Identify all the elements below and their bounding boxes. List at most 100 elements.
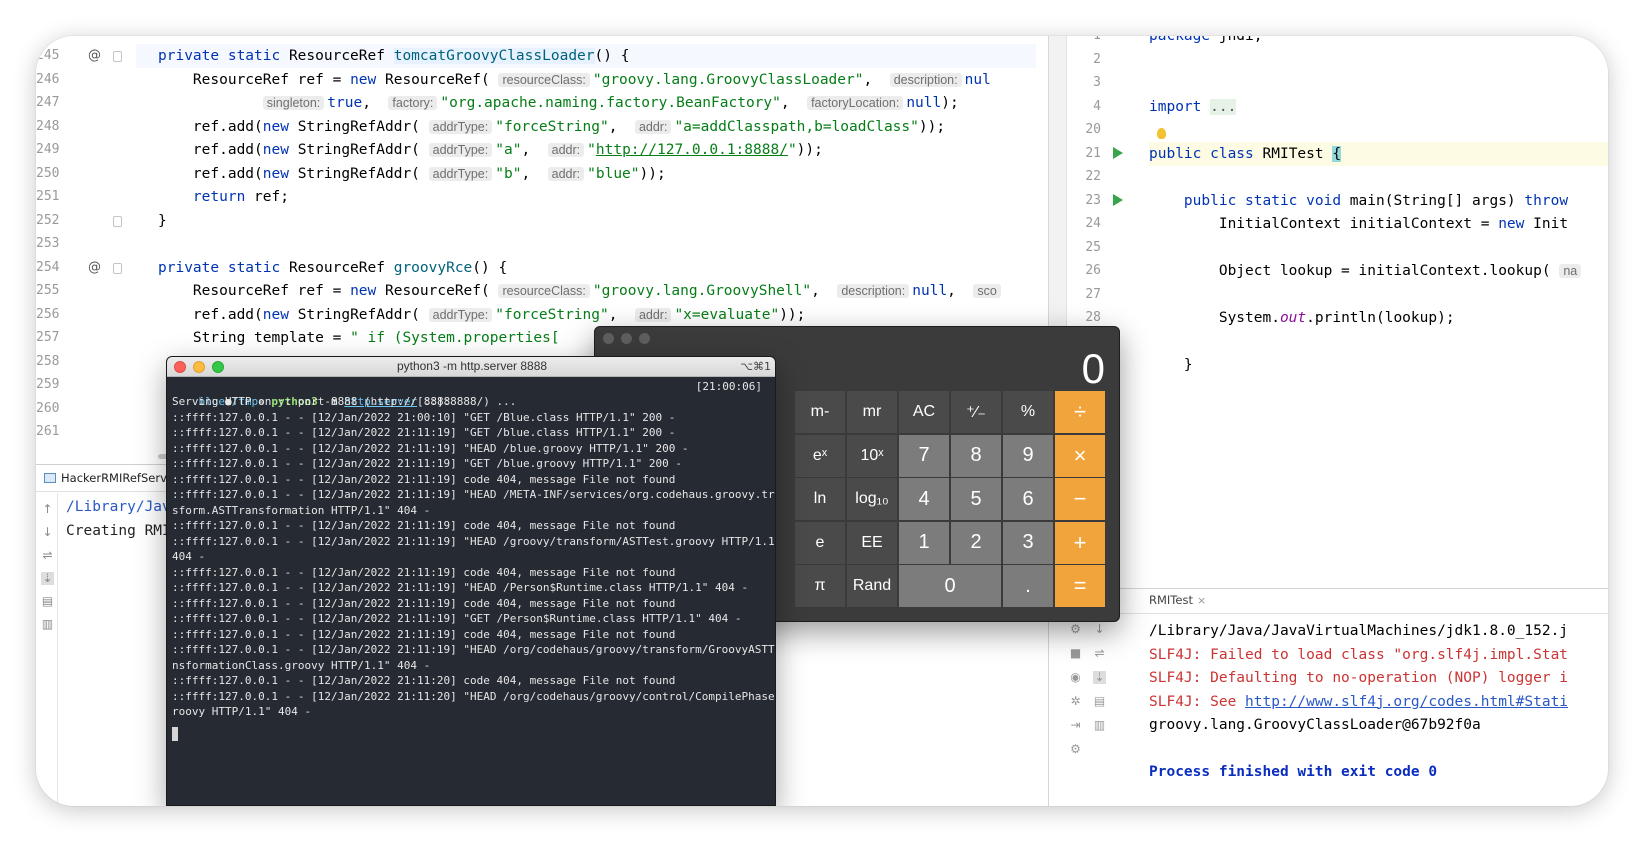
calc-key[interactable]: 1 <box>899 521 950 565</box>
right-run-toolbar: ⚙ ↓ ■ ⇌ ◉ ⇣ ✲ ▤ ⇥ ▥ ⚙ <box>1069 615 1119 806</box>
calculator-titlebar[interactable] <box>595 327 1119 349</box>
line-number: 259 <box>36 377 60 392</box>
calc-key[interactable]: 8 <box>951 434 1002 478</box>
calc-key[interactable]: e <box>795 521 846 565</box>
code-token: addr: <box>634 119 672 134</box>
calc-key[interactable]: . <box>1003 565 1054 608</box>
code-token: StringRefAddr( <box>297 142 429 158</box>
trash-icon[interactable]: ▥ <box>41 618 54 631</box>
calc-key[interactable]: 6 <box>1003 478 1054 521</box>
fold-icon[interactable] <box>113 215 122 227</box>
code-token: StringRefAddr( <box>297 306 429 323</box>
calc-key[interactable]: 9 <box>1003 434 1054 478</box>
run-tab-rmitest[interactable]: RMITest × <box>1149 589 1206 611</box>
calc-key[interactable]: AC <box>899 391 950 434</box>
calc-key[interactable]: 10ˣ <box>847 434 898 478</box>
code-token: addrType: <box>428 307 493 322</box>
line-number: 247 <box>36 95 60 110</box>
code-token: new <box>262 118 298 135</box>
trash-icon[interactable]: ▥ <box>1093 719 1106 732</box>
close-button[interactable] <box>603 333 614 344</box>
code-token: addr: <box>547 166 585 181</box>
console-link[interactable]: http://www.slf4j.org/codes.html#Stati <box>1245 694 1568 710</box>
override-marker[interactable]: @ <box>88 260 101 275</box>
arrow-up-icon[interactable]: ↑ <box>41 503 54 516</box>
terminal-line: ::ffff:127.0.0.1 - - [12/Jan/2022 21:11:… <box>172 565 676 579</box>
calc-key[interactable]: m- <box>795 391 846 434</box>
calc-key[interactable]: ⁺∕₋ <box>951 391 1002 434</box>
calc-key[interactable]: 4 <box>899 478 950 521</box>
terminal-cursor <box>172 727 178 741</box>
code-token: return <box>192 189 255 205</box>
calc-key[interactable]: = <box>1055 565 1106 608</box>
print-icon[interactable]: ▤ <box>41 595 54 608</box>
code-token: )); <box>796 142 823 158</box>
code-token: addr: <box>547 143 585 157</box>
soft-wrap-icon[interactable]: ⇌ <box>41 549 54 562</box>
calc-key[interactable]: Rand <box>847 565 898 608</box>
soft-wrap-icon[interactable]: ⇌ <box>1093 647 1106 660</box>
print-icon[interactable]: ▤ <box>1093 695 1106 708</box>
calc-key[interactable]: 2 <box>951 521 1002 565</box>
code-token: "blue" <box>587 165 640 182</box>
calc-key[interactable]: log₁₀ <box>847 478 898 521</box>
console-text: /Library/Java/JavaVirtualMachines/jdk1.8… <box>1149 623 1569 639</box>
calc-key[interactable]: 7 <box>899 434 950 478</box>
calc-key[interactable]: EE <box>847 521 898 565</box>
arrow-down-icon[interactable]: ↓ <box>1093 623 1106 636</box>
settings-icon[interactable]: ⚙ <box>1069 743 1082 756</box>
line-number: 250 <box>36 165 60 181</box>
arrow-down-icon[interactable]: ↓ <box>41 526 54 539</box>
scroll-to-end-icon[interactable]: ⇣ <box>41 572 54 585</box>
code-line: String template = " if (System.propertie… <box>158 326 560 350</box>
calc-key[interactable]: mr <box>847 391 898 434</box>
calc-key[interactable]: 5 <box>951 478 1002 521</box>
code-token: new <box>1498 216 1534 232</box>
exit-icon[interactable]: ⇥ <box>1069 719 1082 732</box>
terminal-output[interactable]: blue●/tmp» python3 -m http.server 8888 [… <box>172 379 775 803</box>
run-class-icon[interactable] <box>1113 147 1123 159</box>
scroll-to-end-icon[interactable]: ⇣ <box>1093 671 1106 684</box>
calc-key[interactable]: 3 <box>1003 521 1054 565</box>
code-token: , <box>608 306 635 323</box>
debug-icon[interactable]: ✲ <box>1069 695 1082 708</box>
lightbulb-icon[interactable] <box>1157 128 1166 139</box>
zoom-button[interactable] <box>639 333 650 344</box>
console-line-path: /Library/Jav <box>66 499 171 515</box>
run-tab-hacker-rmi-ref-server[interactable]: HackerRMIRefServer <box>44 465 179 491</box>
run-main-icon[interactable] <box>1113 194 1123 206</box>
console-text: groovy.lang.GroovyClassLoader@67b92f0a <box>1149 717 1481 733</box>
line-number: 23 <box>1085 192 1101 208</box>
calc-key[interactable]: ÷ <box>1055 391 1106 434</box>
terminal-line: ::ffff:127.0.0.1 - - [12/Jan/2022 21:11:… <box>172 612 742 625</box>
wrench-icon[interactable]: ⚙ <box>1069 623 1082 636</box>
calc-key[interactable]: % <box>1003 391 1054 434</box>
stop-icon[interactable]: ■ <box>1069 647 1082 660</box>
calc-key[interactable]: π <box>795 565 846 608</box>
code-line: public static void main(String[] args) t… <box>1149 189 1568 213</box>
calc-key[interactable]: ln <box>795 478 846 521</box>
calc-key[interactable]: − <box>1055 478 1106 521</box>
minimize-button[interactable] <box>621 333 632 344</box>
override-marker[interactable]: @ <box>88 48 101 63</box>
fold-icon[interactable] <box>113 262 122 274</box>
code-token: , <box>521 165 548 182</box>
right-code-editor[interactable]: 1package jndi;234import ...2021public cl… <box>1048 36 1608 588</box>
calc-key[interactable]: × <box>1055 434 1106 478</box>
camera-icon[interactable]: ◉ <box>1069 671 1082 684</box>
code-token: new <box>262 142 298 158</box>
line-number: 254 <box>36 259 60 275</box>
terminal-title: python3 -m http.server 8888 <box>396 359 548 373</box>
right-run-panel: RMITest × ⚙ ↓ ■ ⇌ ◉ ⇣ ✲ ▤ ⇥ ▥ ⚙ /Library… <box>1048 588 1608 806</box>
code-token: " if (System.properties[ <box>350 330 560 346</box>
console-line-output: Creating RMI <box>66 523 171 539</box>
calc-key[interactable]: 0 <box>899 565 1002 608</box>
code-line: private static ResourceRef groovyRce() { <box>158 256 507 280</box>
prompt-time: [21:00:06] <box>695 380 762 393</box>
fold-icon[interactable] <box>113 51 122 62</box>
close-tab-icon[interactable]: × <box>1197 594 1206 607</box>
calc-key[interactable]: eˣ <box>795 434 846 478</box>
code-token: , <box>863 71 890 88</box>
terminal-titlebar[interactable]: python3 -m http.server 8888 ⌥⌘1 <box>167 357 775 377</box>
calc-key[interactable]: + <box>1055 521 1106 565</box>
